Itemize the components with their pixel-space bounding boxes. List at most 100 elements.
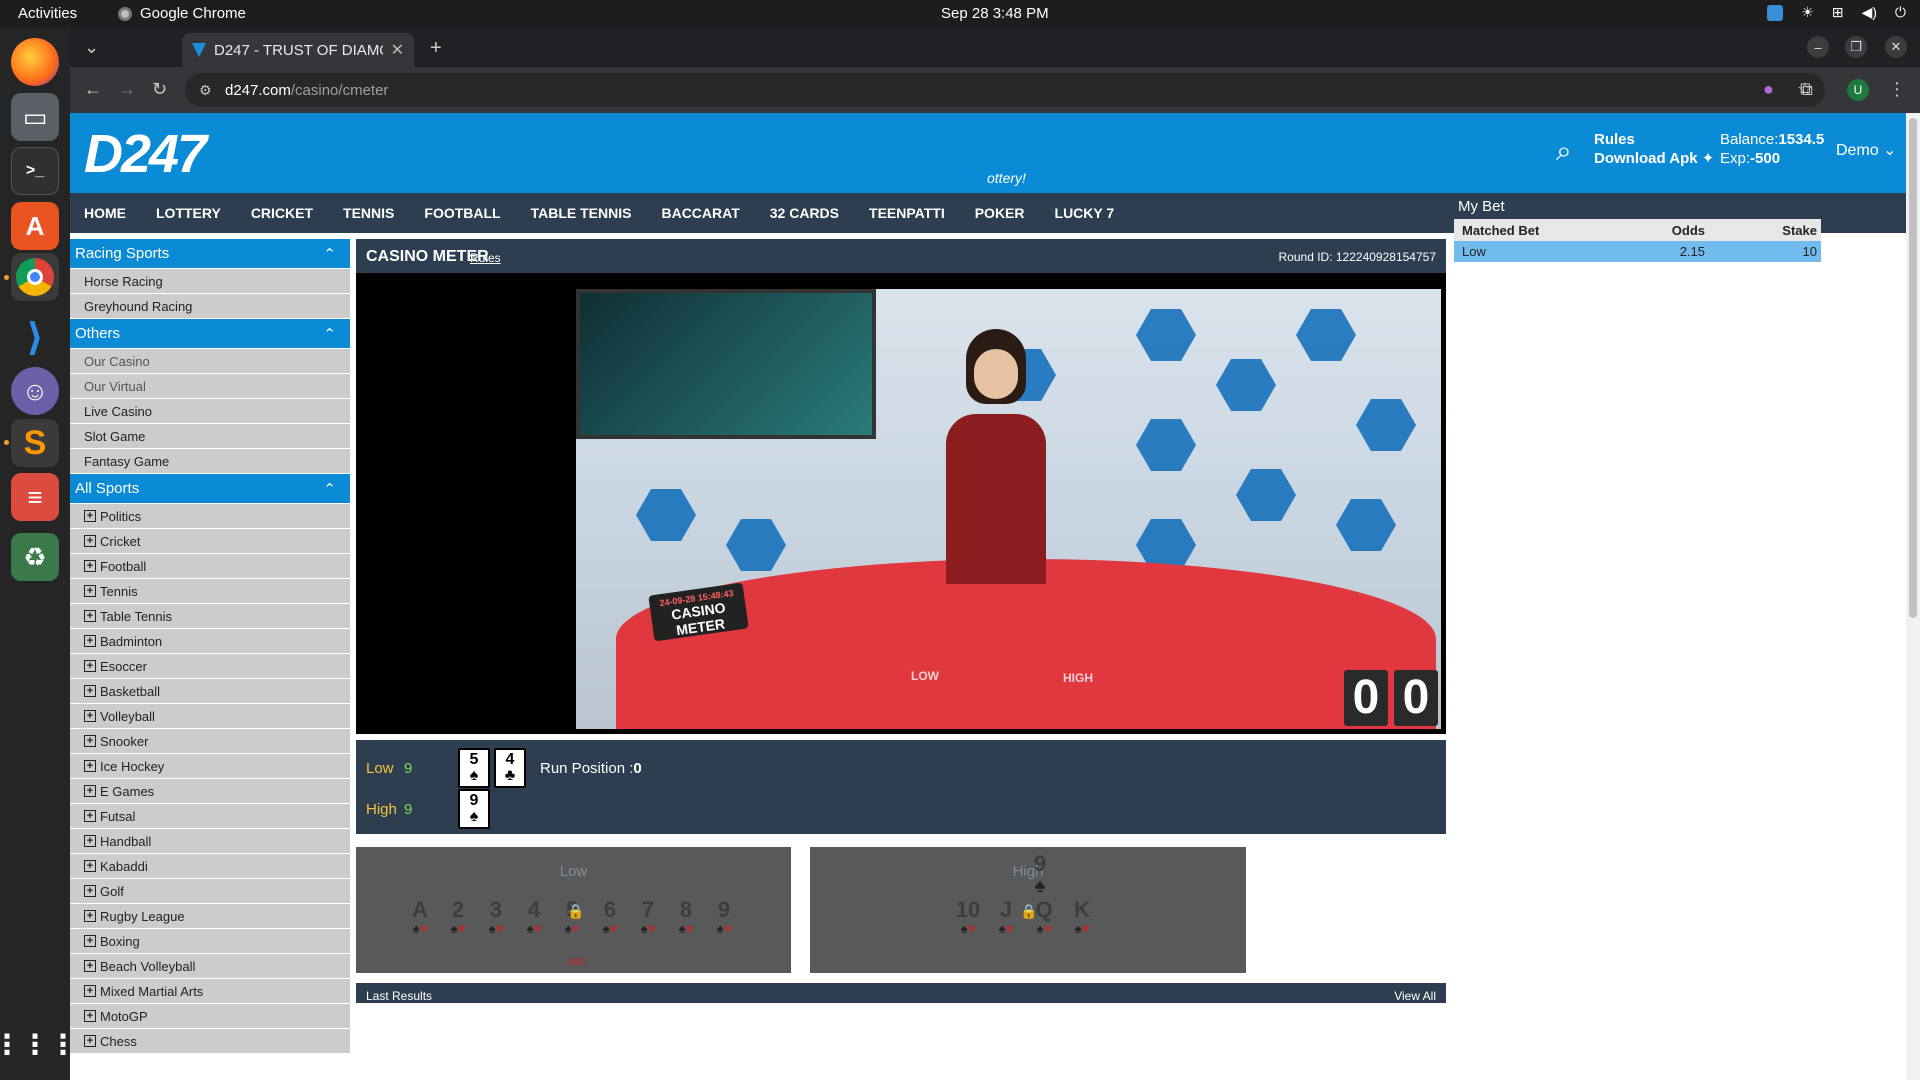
sidebar-item-our-virtual[interactable]: Our Virtual <box>70 374 350 399</box>
sidebar-item-sport[interactable]: + Ice Hockey <box>70 754 350 779</box>
user-menu[interactable]: Demo ⌄ <box>1836 140 1897 160</box>
page-scrollbar[interactable] <box>1906 113 1920 1080</box>
sidebar-section-all-sports[interactable]: All Sports ⌃ <box>70 474 350 503</box>
files-icon[interactable]: ▭ <box>11 93 59 141</box>
sidebar-item-sport[interactable]: + Handball <box>70 829 350 854</box>
sublime-icon[interactable]: S <box>11 419 59 467</box>
chrome-icon[interactable] <box>11 253 59 301</box>
plus-icon: + <box>84 710 96 722</box>
vscode-icon[interactable]: ⟩ <box>11 313 59 361</box>
active-app-indicator[interactable]: Google Chrome <box>118 5 246 22</box>
network-icon[interactable]: ⊞ <box>1832 4 1844 21</box>
system-tray[interactable]: ☀ ⊞ ◀) ⏻ <box>1767 4 1906 21</box>
sidebar-item-sport[interactable]: + Rugby League <box>70 904 350 929</box>
sidebar-item-sport[interactable]: + E Games <box>70 779 350 804</box>
game-rules-link[interactable]: Rules <box>470 251 501 265</box>
restore-icon[interactable]: ❐ <box>1845 36 1867 58</box>
nav-football[interactable]: FOOTBALL <box>424 205 500 221</box>
sidebar-item-sport[interactable]: + Futsal <box>70 804 350 829</box>
download-apk-link[interactable]: Download Apk ✦ <box>1594 149 1714 168</box>
sidebar-item-horse-racing[interactable]: Horse Racing <box>70 269 350 294</box>
sidebar-item-sport[interactable]: + Kabaddi <box>70 854 350 879</box>
run-position: Run Position :0 <box>540 759 642 777</box>
sidebar-item-sport[interactable]: + Football <box>70 554 350 579</box>
chrome-menu-icon[interactable]: ⋮ <box>1888 79 1906 100</box>
sidebar-item-sport[interactable]: + Cricket <box>70 529 350 554</box>
table-row: Low 2.15 10 <box>1454 241 1821 262</box>
plus-icon: + <box>84 960 96 972</box>
reload-icon[interactable]: ↻ <box>152 79 167 100</box>
chevron-up-icon: ⌃ <box>323 480 336 498</box>
sidebar-item-our-casino[interactable]: Our Casino <box>70 349 350 374</box>
nav-32-cards[interactable]: 32 CARDS <box>770 205 839 221</box>
new-tab-icon[interactable]: + <box>430 37 442 60</box>
sidebar-item-sport[interactable]: + Mixed Martial Arts <box>70 979 350 1004</box>
trash-icon[interactable]: ♻ <box>11 533 59 581</box>
chevron-up-icon: ⌃ <box>323 245 336 263</box>
sidebar-item-sport[interactable]: + Basketball <box>70 679 350 704</box>
nav-cricket[interactable]: CRICKET <box>251 205 313 221</box>
sidebar-item-sport[interactable]: + Volleyball <box>70 704 350 729</box>
pidgin-icon[interactable]: ☺ <box>11 367 59 415</box>
todoist-icon[interactable]: ≡ <box>11 473 59 521</box>
sidebar-item-sport[interactable]: + Beach Volleyball <box>70 954 350 979</box>
sidebar-item-live-casino[interactable]: Live Casino <box>70 399 350 424</box>
app-grid-icon[interactable]: ⋮⋮⋮ <box>0 1020 77 1068</box>
tray-app-icon[interactable] <box>1767 4 1784 21</box>
live-video[interactable]: 24-09-28 15:48:43 CASINO METER LOW HIGH … <box>356 273 1446 734</box>
nav-tennis[interactable]: TENNIS <box>343 205 394 221</box>
sidebar-item-sport[interactable]: + Chess <box>70 1029 350 1054</box>
nav-baccarat[interactable]: BACCARAT <box>661 205 739 221</box>
extensions-puzzle-icon[interactable]: ⧉ <box>1800 79 1813 100</box>
close-window-icon[interactable]: ✕ <box>1885 36 1907 58</box>
minimize-icon[interactable]: – <box>1807 36 1829 58</box>
volume-icon[interactable]: ◀) <box>1861 4 1876 21</box>
sidebar-item-sport[interactable]: + Golf <box>70 879 350 904</box>
profile-avatar[interactable]: U <box>1847 79 1869 101</box>
nav-lucky-7[interactable]: LUCKY 7 <box>1055 205 1115 221</box>
sidebar-item-fantasy-game[interactable]: Fantasy Game <box>70 449 350 474</box>
back-icon[interactable]: ← <box>84 79 102 100</box>
nav-teenpatti[interactable]: TEENPATTI <box>869 205 945 221</box>
terminal-icon[interactable]: >_ <box>11 147 59 195</box>
sidebar-item-slot-game[interactable]: Slot Game <box>70 424 350 449</box>
nav-home[interactable]: HOME <box>84 205 126 221</box>
site-logo[interactable]: D247 <box>84 123 207 185</box>
site-info-icon[interactable]: ⚙ <box>199 82 212 99</box>
sidebar-item-sport[interactable]: + Boxing <box>70 929 350 954</box>
clock[interactable]: Sep 28 3:48 PM <box>941 5 1049 22</box>
sidebar-item-sport[interactable]: + Politics <box>70 504 350 529</box>
view-all-link[interactable]: View All <box>1394 989 1436 1003</box>
tab-search-chevron-icon[interactable]: ⌄ <box>84 37 99 58</box>
nav-table-tennis[interactable]: TABLE TENNIS <box>531 205 632 221</box>
browser-tab-active[interactable]: D247 - TRUST OF DIAMO ✕ <box>182 33 414 67</box>
nav-lottery[interactable]: LOTTERY <box>156 205 221 221</box>
forward-icon[interactable]: → <box>118 79 136 100</box>
tab-close-icon[interactable]: ✕ <box>391 40 404 60</box>
high-bet-box[interactable]: High 9 ♠ 10 ♠♥ J ♠♥ Q ♠♥ K ♠♥ 🔒 <box>810 847 1246 973</box>
address-bar[interactable]: ⚙ d247.com/casino/cmeter ☆ <box>185 73 1825 107</box>
high-score: 9 <box>404 800 413 818</box>
exposure[interactable]: Exp:-500 <box>1720 149 1824 168</box>
sidebar-item-sport[interactable]: + Badminton <box>70 629 350 654</box>
extension-icon[interactable]: ● <box>1763 79 1774 100</box>
search-icon[interactable]: ⌕ <box>1556 135 1572 168</box>
rules-link[interactable]: Rules <box>1594 130 1714 149</box>
sidebar-item-sport[interactable]: + Snooker <box>70 729 350 754</box>
low-bet-box[interactable]: Low A ♠♥ 2 ♠♥ 3 ♠♥ 4 ♠♥ 5 ♠♥ 6 ♠♥ 7 ♠♥ 8 ♠♥ 9 ♠♥ … <box>356 847 791 973</box>
firefox-icon[interactable] <box>11 38 59 86</box>
scrollbar-thumb[interactable] <box>1909 118 1917 618</box>
sidebar-section-racing[interactable]: Racing Sports ⌃ <box>70 239 350 268</box>
activities-button[interactable]: Activities <box>18 5 77 22</box>
sidebar-item-sport[interactable]: + Tennis <box>70 579 350 604</box>
sidebar-item-greyhound-racing[interactable]: Greyhound Racing <box>70 294 350 319</box>
sidebar-section-others[interactable]: Others ⌃ <box>70 319 350 348</box>
nav-poker[interactable]: POKER <box>975 205 1025 221</box>
power-icon[interactable]: ⏻ <box>1895 4 1906 21</box>
brightness-icon[interactable]: ☀ <box>1801 4 1814 21</box>
sidebar-item-sport[interactable]: + Table Tennis <box>70 604 350 629</box>
sidebar-item-sport[interactable]: + Esoccer <box>70 654 350 679</box>
high-top-card: 9 ♠ <box>1033 851 1047 897</box>
sidebar-item-sport[interactable]: + MotoGP <box>70 1004 350 1029</box>
app-center-icon[interactable]: A <box>11 202 59 250</box>
